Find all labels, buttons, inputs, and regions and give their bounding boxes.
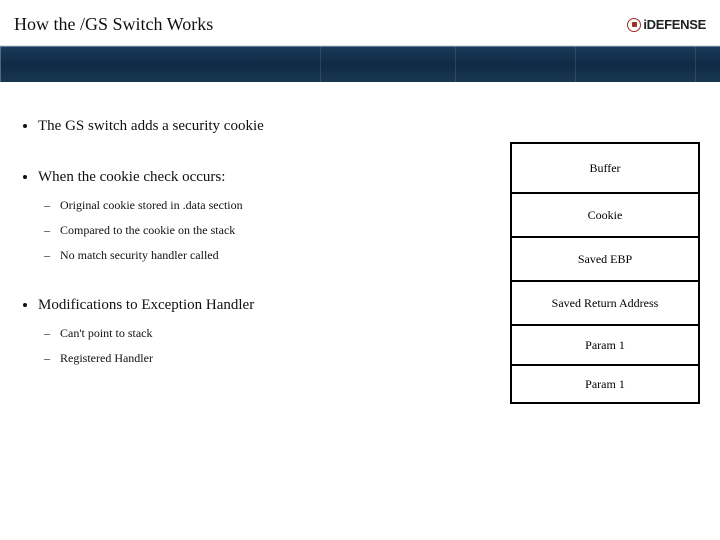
stack-diagram: Buffer Cookie Saved EBP Saved Return Add… — [510, 142, 700, 404]
slide-header: How the /GS Switch Works iDEFENSE — [0, 0, 720, 46]
sub-bullet-item: No match security handler called — [60, 248, 490, 263]
bullet-text: When the cookie check occurs: — [38, 169, 225, 185]
bullet-item: The GS switch adds a security cookie — [38, 118, 490, 135]
shield-target-icon — [627, 18, 641, 32]
stack-row: Param 1 — [510, 324, 700, 364]
slide-title: How the /GS Switch Works — [14, 14, 213, 35]
stack-row: Saved EBP — [510, 236, 700, 280]
brand-logo: iDEFENSE — [627, 17, 706, 32]
sub-bullet-item: Original cookie stored in .data section — [60, 198, 490, 213]
stack-row: Saved Return Address — [510, 280, 700, 324]
sub-bullet-item: Compared to the cookie on the stack — [60, 223, 490, 238]
slide-content: The GS switch adds a security cookie Whe… — [0, 82, 720, 414]
bullet-item: Modifications to Exception Handler Can't… — [38, 297, 490, 366]
bullet-column: The GS switch adds a security cookie Whe… — [20, 112, 490, 404]
stack-row: Buffer — [510, 142, 700, 192]
bullet-item: When the cookie check occurs: Original c… — [38, 169, 490, 263]
bullet-text: Modifications to Exception Handler — [38, 297, 254, 313]
header-banner — [0, 46, 720, 82]
sub-bullet-item: Registered Handler — [60, 351, 490, 366]
stack-row: Cookie — [510, 192, 700, 236]
stack-row: Param 1 — [510, 364, 700, 404]
sub-bullet-item: Can't point to stack — [60, 326, 490, 341]
brand-logo-text: iDEFENSE — [643, 17, 706, 32]
